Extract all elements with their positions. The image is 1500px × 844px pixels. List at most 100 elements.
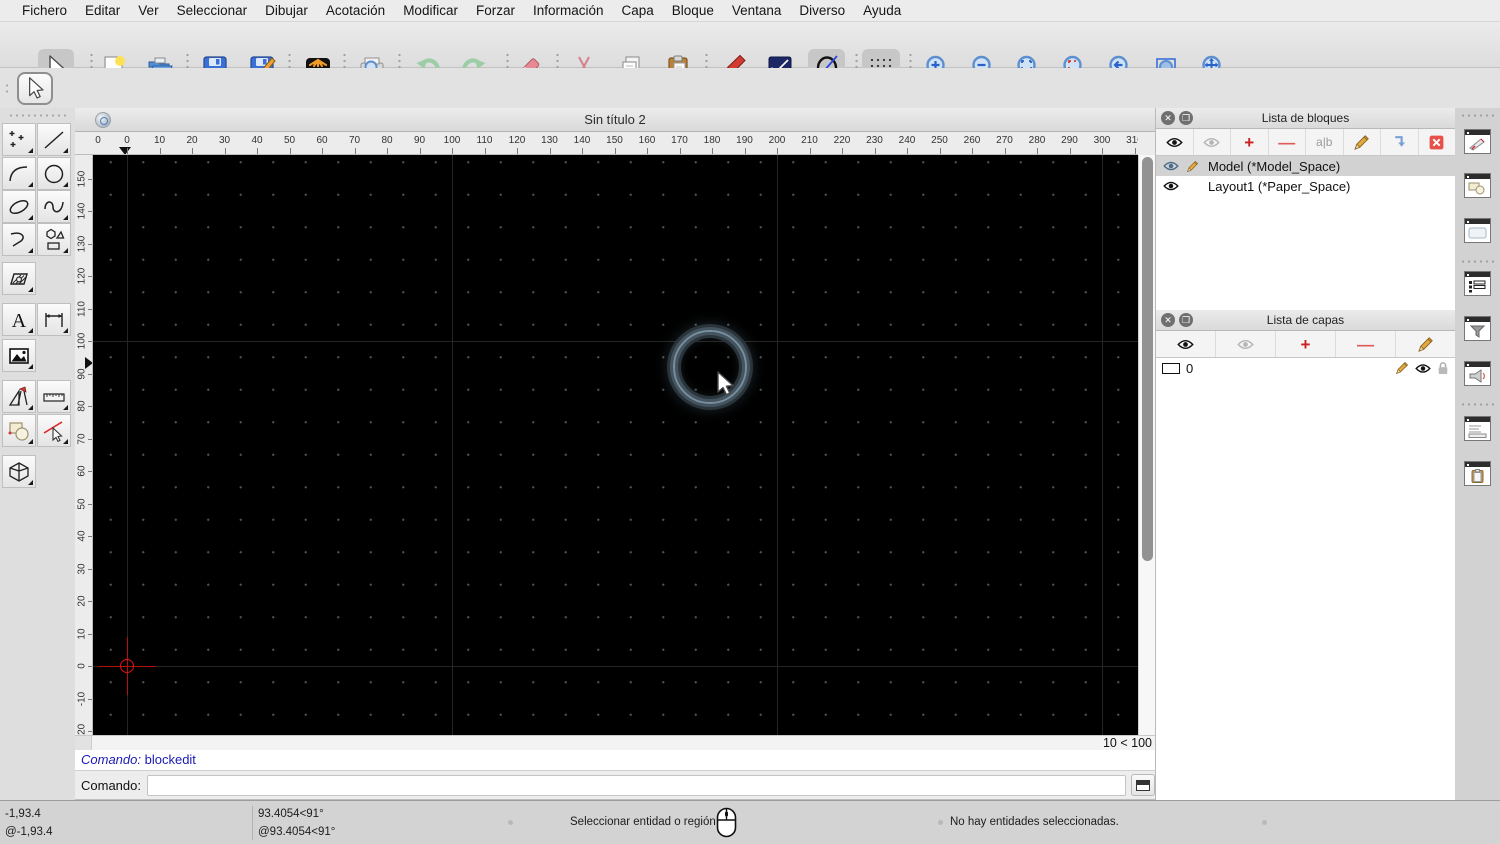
block-list-title: Lista de bloques <box>1261 111 1350 125</box>
menu-bloque[interactable]: Bloque <box>663 3 723 18</box>
image-tool-button[interactable] <box>2 339 36 372</box>
ruler-v-label: 140 <box>76 202 88 220</box>
dock-command-button[interactable] <box>1462 413 1493 444</box>
drag-handle <box>508 820 513 825</box>
edit-layer-button[interactable] <box>1396 331 1455 357</box>
ruler-v-label: 110 <box>76 300 88 317</box>
dock-block-list-button[interactable] <box>1462 268 1493 299</box>
menu-diverso[interactable]: Diverso <box>790 3 854 18</box>
remove-block-button[interactable]: — <box>1269 129 1306 155</box>
layer-color-swatch <box>1162 362 1180 374</box>
drawing-canvas[interactable] <box>93 155 1138 735</box>
add-layer-button[interactable]: + <box>1276 331 1336 357</box>
ruler-h-tick <box>452 148 453 154</box>
left-tool-palette: A <box>0 108 75 800</box>
line-tool-button[interactable] <box>37 123 71 156</box>
menu-editar[interactable]: Editar <box>76 3 129 18</box>
ruler-h-tick <box>842 148 843 154</box>
cad-tools-button[interactable] <box>2 380 36 413</box>
dock-widget-strip <box>1455 108 1500 800</box>
ruler-h-tick <box>517 148 518 154</box>
drafting-tools-icon <box>8 385 28 406</box>
dock-clipboard-button[interactable] <box>1462 458 1493 489</box>
select-entity-button[interactable] <box>37 414 71 447</box>
points-tool-button[interactable] <box>2 123 36 156</box>
show-all-layers-button[interactable] <box>1156 331 1216 357</box>
float-panel-icon[interactable]: ❐ <box>1179 313 1193 327</box>
ruler-h-label: 200 <box>768 135 786 146</box>
insert-block-button[interactable] <box>1381 129 1419 155</box>
show-all-blocks-button[interactable] <box>1156 129 1194 155</box>
solid-3d-tool-button[interactable] <box>2 455 36 488</box>
circle-tool-button[interactable] <box>37 157 71 190</box>
cursor-arrow-icon <box>25 76 45 101</box>
preview-window-icon <box>1464 218 1491 243</box>
measure-tool-button[interactable] <box>37 380 71 413</box>
block-visibility-toggle[interactable] <box>1160 160 1182 172</box>
menu-seleccionar[interactable]: Seleccionar <box>168 3 257 18</box>
ruler-v-label: 30 <box>76 562 88 575</box>
selection-pointer-button[interactable] <box>17 72 53 105</box>
remove-layer-button[interactable]: — <box>1336 331 1396 357</box>
pencil-icon[interactable] <box>1395 361 1409 375</box>
command-window-toggle-button[interactable] <box>1131 774 1155 796</box>
dock-preview-button[interactable] <box>1462 215 1493 246</box>
drawing-window-titlebar[interactable]: Sin título 2 <box>75 108 1155 132</box>
close-icon[interactable]: ✕ <box>1161 313 1175 327</box>
menu-ventana[interactable]: Ventana <box>723 3 791 18</box>
ruler-h-tick <box>1004 148 1006 154</box>
select-entity-icon <box>43 420 63 442</box>
menu-ayuda[interactable]: Ayuda <box>854 3 910 18</box>
menu-modificar[interactable]: Modificar <box>394 3 467 18</box>
menu-ver[interactable]: Ver <box>129 3 167 18</box>
hatch-tool-button[interactable] <box>2 262 36 295</box>
eye-icon <box>1166 134 1183 151</box>
menu-capa[interactable]: Capa <box>613 3 663 18</box>
delete-block-button[interactable] <box>1419 129 1456 155</box>
polygon-shapes-icon <box>46 228 65 250</box>
arc-tool-button[interactable] <box>2 157 36 190</box>
dock-modify-button[interactable] <box>1462 170 1493 201</box>
block-visibility-toggle[interactable] <box>1160 180 1182 192</box>
dock-filter-button[interactable] <box>1462 313 1493 344</box>
add-block-button[interactable]: + <box>1231 129 1269 155</box>
dock-block-edit-button[interactable] <box>1462 126 1493 157</box>
drawing-window-bottom-bar[interactable]: 10 < 100 <box>75 735 1155 751</box>
text-icon: A <box>12 310 27 332</box>
ruler-h-tick <box>972 148 973 154</box>
menu-fichero[interactable]: Fichero <box>13 3 76 18</box>
ruler-h-label: 210 <box>801 135 818 146</box>
hide-all-blocks-button[interactable] <box>1194 129 1231 155</box>
menu-forzar[interactable]: Forzar <box>467 3 524 18</box>
close-icon[interactable]: ✕ <box>1161 111 1175 125</box>
rename-block-button[interactable]: a|b <box>1306 129 1344 155</box>
edit-block-button[interactable] <box>1344 129 1381 155</box>
menu-dibujar[interactable]: Dibujar <box>256 3 317 18</box>
menu-informacion[interactable]: Información <box>524 3 613 18</box>
dock-notify-button[interactable] <box>1462 358 1493 389</box>
layer-list-item[interactable]: 0 <box>1156 358 1455 378</box>
block-list-item[interactable]: Model (*Model_Space) <box>1156 156 1455 176</box>
vertical-scrollbar[interactable] <box>1138 155 1155 735</box>
eye-icon[interactable] <box>1415 363 1431 374</box>
hide-all-layers-button[interactable] <box>1216 331 1276 357</box>
command-history-command: blockedit <box>144 752 196 767</box>
vertical-scrollbar-thumb[interactable] <box>1142 157 1153 561</box>
dimension-tool-button[interactable] <box>37 303 71 336</box>
hatch-icon <box>10 272 28 285</box>
block-list-item[interactable]: Layout1 (*Paper_Space) <box>1156 176 1455 196</box>
text-tool-button[interactable]: A <box>2 303 36 336</box>
menu-acotacion[interactable]: Acotación <box>317 3 394 18</box>
polyline-tool-button[interactable] <box>2 223 36 256</box>
float-panel-icon[interactable]: ❐ <box>1179 111 1193 125</box>
ellipse-icon <box>9 199 29 214</box>
command-history: Comando: blockedit <box>75 750 1155 771</box>
polygon-tools-button[interactable] <box>37 223 71 256</box>
ellipse-tool-button[interactable] <box>2 190 36 223</box>
modify-tools-button[interactable] <box>2 414 36 447</box>
mouse-cursor-icon <box>713 370 735 398</box>
lock-icon[interactable] <box>1437 361 1449 375</box>
command-input[interactable] <box>146 774 1127 796</box>
spline-tool-button[interactable] <box>37 190 71 223</box>
ruler-v-label: 150 <box>76 170 88 187</box>
